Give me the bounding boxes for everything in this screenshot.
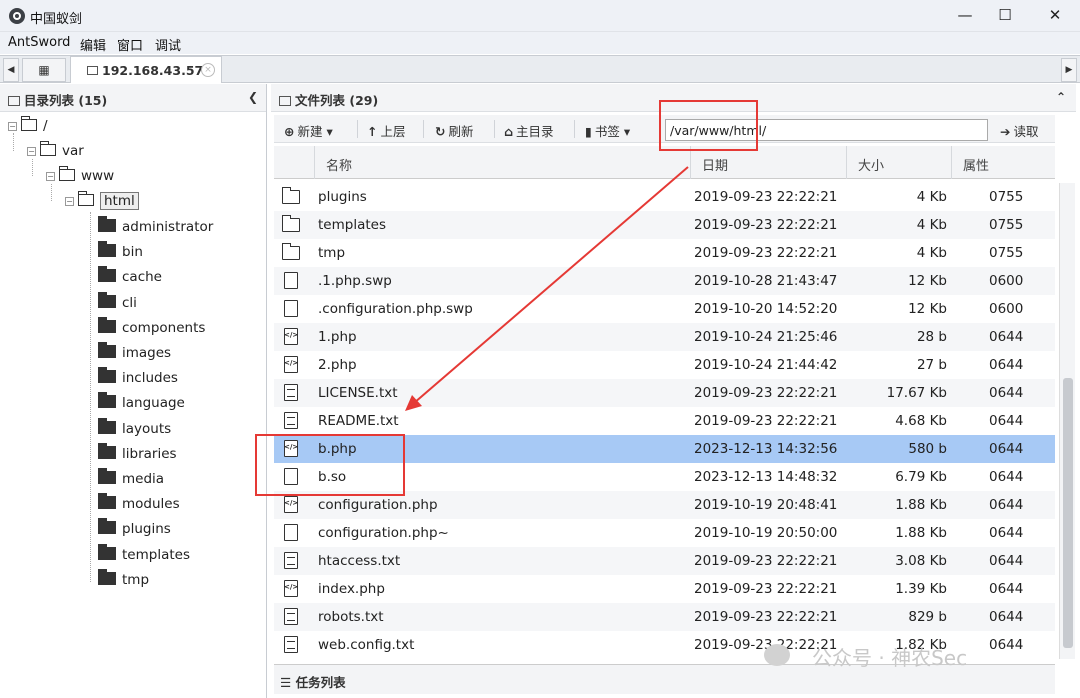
- wechat-logo-icon: [764, 644, 790, 666]
- annotation-arrow: [405, 166, 689, 411]
- watermark: 公众号 · 神农Sec: [812, 646, 968, 670]
